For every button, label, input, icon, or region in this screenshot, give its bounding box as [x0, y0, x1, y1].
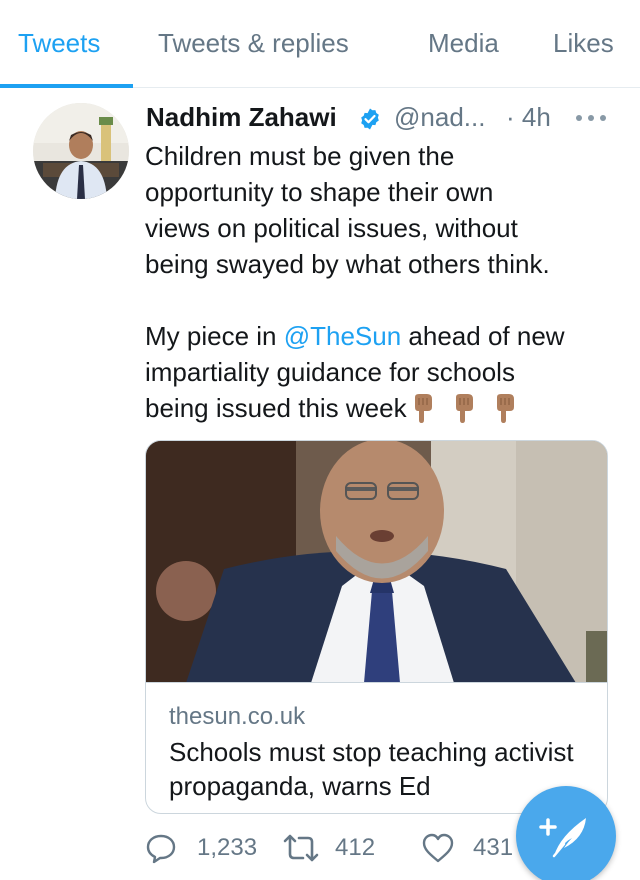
like-count: 431: [473, 834, 514, 861]
retweet-button[interactable]: 412: [283, 828, 383, 868]
article-photo-icon: [146, 441, 607, 682]
tweet-text-line: being swayed by what others think.: [145, 249, 550, 279]
reply-icon: [146, 834, 176, 864]
author-handle[interactable]: @nad...: [394, 102, 485, 133]
verified-badge-icon: [361, 108, 379, 130]
active-tab-indicator: [0, 84, 133, 88]
pointing-down-hand-icon: [414, 394, 432, 423]
more-options-icon[interactable]: [574, 112, 608, 124]
text-segment: ahead of new: [401, 321, 565, 351]
tab-tweets[interactable]: Tweets: [18, 28, 100, 59]
pointing-down-hand-icon: [497, 394, 515, 423]
tab-media[interactable]: Media: [428, 28, 499, 59]
tweet-text-line: being issued this week: [145, 390, 615, 432]
retweet-count: 412: [335, 834, 376, 861]
like-button[interactable]: 431: [421, 828, 521, 868]
text-segment: being issued this week: [145, 393, 407, 423]
tab-likes[interactable]: Likes: [553, 28, 614, 59]
tweet-text: Children must be given the opportunity t…: [145, 138, 615, 432]
compose-tweet-button[interactable]: [516, 786, 616, 880]
tweet-header: Nadhim Zahawi @nad... · 4h: [146, 102, 616, 136]
text-segment: My piece in: [145, 321, 284, 351]
profile-tabs: Tweets Tweets & replies Media Likes: [0, 0, 640, 88]
pointing-down-emoji-row: [411, 393, 527, 432]
tweet-timestamp[interactable]: · 4h: [506, 102, 551, 133]
reply-button[interactable]: 1,233: [145, 828, 265, 868]
profile-photo-icon: [33, 103, 129, 199]
heart-icon: [422, 833, 454, 863]
card-title: Schools must stop teaching activist prop…: [169, 737, 574, 801]
reply-count: 1,233: [197, 834, 258, 861]
retweet-icon: [283, 834, 319, 862]
avatar[interactable]: [33, 103, 129, 199]
link-preview-card[interactable]: thesun.co.uk Schools must stop teaching …: [145, 440, 608, 814]
tab-tweets-and-replies[interactable]: Tweets & replies: [158, 28, 349, 59]
tweet-text-line: views on political issues, without: [145, 213, 518, 243]
tweet-text-line: My piece in @TheSun ahead of new: [145, 318, 615, 354]
card-domain: thesun.co.uk: [169, 703, 306, 730]
card-image: [146, 441, 607, 683]
pointing-down-hand-icon: [455, 394, 473, 423]
compose-plus-feather-icon: [539, 818, 586, 858]
tweet-text-line: Children must be given the: [145, 141, 455, 171]
mention-link[interactable]: @TheSun: [284, 321, 401, 351]
tweet-text-line: impartiality guidance for schools: [145, 357, 515, 387]
tweet-text-line: opportunity to shape their own: [145, 177, 494, 207]
author-display-name[interactable]: Nadhim Zahawi: [146, 102, 337, 133]
